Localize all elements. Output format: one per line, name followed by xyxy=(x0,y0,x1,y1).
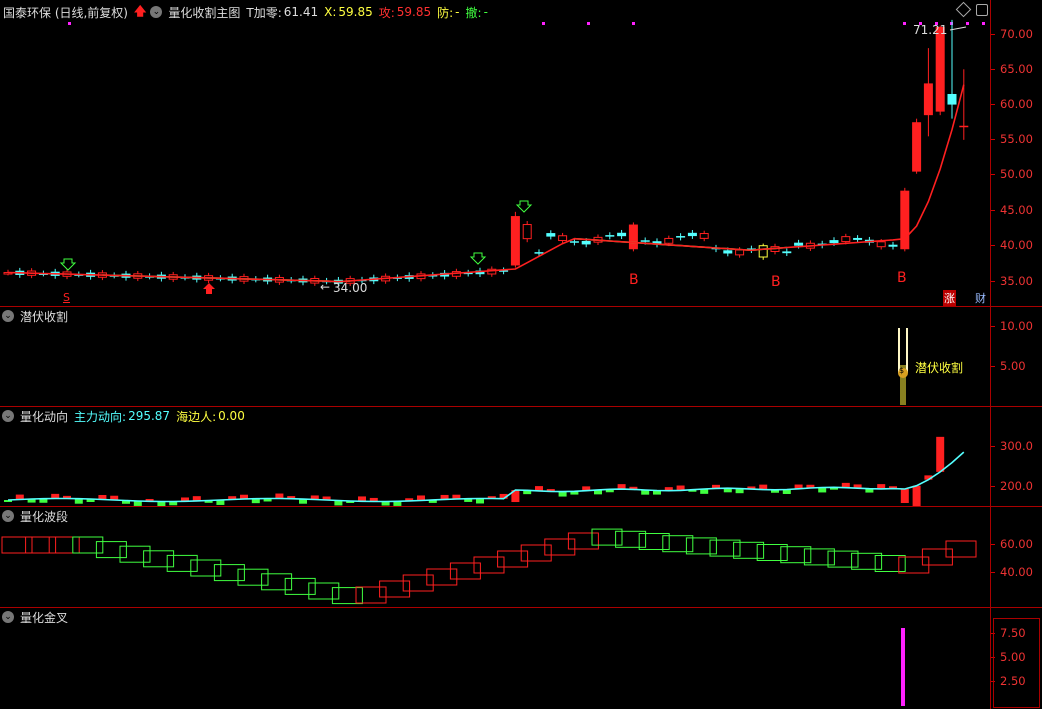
quant-trend-chart xyxy=(4,436,965,506)
wave-box xyxy=(48,536,80,554)
candle-body xyxy=(794,242,804,246)
wave-box xyxy=(95,541,127,559)
wave-box xyxy=(213,564,245,582)
candle-body xyxy=(888,244,898,247)
candle-body xyxy=(605,235,615,237)
latent-harvest-panel[interactable]: ⌄ 潜伏收割 $ 潜伏收割 10.00 5.00 xyxy=(0,307,1042,406)
wave-box xyxy=(72,536,104,554)
wave-box xyxy=(143,550,175,568)
main-chart-panel[interactable]: 国泰环保 (日线,前复权) 🡅 ⌄ 量化收割主图 T加零: 61.41 X: 5… xyxy=(0,0,1042,306)
buy-arrow-icon xyxy=(515,200,533,213)
signal-label: 潜伏收割 xyxy=(915,361,964,375)
candle-body xyxy=(829,240,839,244)
wave-box xyxy=(1,536,33,554)
sell-arrow-icon xyxy=(203,283,215,294)
wave-box xyxy=(308,582,340,600)
candle-body xyxy=(676,236,686,238)
wave-box xyxy=(379,580,411,598)
signal-dot xyxy=(903,22,906,25)
candle-body xyxy=(782,251,792,254)
candlestick-chart[interactable] xyxy=(0,0,990,306)
wave-box xyxy=(166,554,198,572)
candle-body xyxy=(534,252,544,254)
candle-body xyxy=(935,26,945,112)
wave-box xyxy=(237,568,269,586)
wave-box xyxy=(520,544,552,562)
candle-body xyxy=(900,190,910,250)
candle-body xyxy=(853,237,863,240)
wave-box xyxy=(544,538,576,556)
trend-bar xyxy=(900,489,909,503)
signal-dot xyxy=(982,22,985,25)
candle-body xyxy=(617,232,627,237)
candle-body xyxy=(510,216,520,266)
quant-wave-chart xyxy=(1,528,977,605)
signal-dot xyxy=(542,22,545,25)
candle-body xyxy=(959,125,969,128)
wave-box xyxy=(25,536,57,554)
wave-box xyxy=(284,577,316,595)
latent-harvest-chart xyxy=(898,328,908,405)
buy-arrow-icon xyxy=(469,252,487,265)
quant-wave-panel[interactable]: ⌄ 量化波段 60.00 40.00 xyxy=(0,507,1042,607)
golden-cross-panel[interactable]: ⌄ 量化金叉 7.50 5.00 2.50 xyxy=(0,608,1042,709)
buy-arrow-icon xyxy=(59,258,77,271)
price-axis: 70.00 65.00 60.00 55.00 50.00 45.00 40.0… xyxy=(990,0,1042,306)
wave-box xyxy=(190,559,222,577)
wave-box xyxy=(331,587,363,605)
wave-box xyxy=(473,556,505,574)
candle-body xyxy=(758,245,768,258)
candle-body xyxy=(876,241,886,248)
signal-dot xyxy=(966,22,969,25)
candle-body xyxy=(912,122,922,172)
wave-axis: 60.00 40.00 xyxy=(990,507,1042,607)
wave-box xyxy=(426,568,458,586)
candle-body xyxy=(558,235,568,242)
wave-box xyxy=(449,562,481,580)
candle-body xyxy=(947,93,957,105)
wave-box xyxy=(402,574,434,592)
wave-box xyxy=(119,545,151,563)
candle-body xyxy=(640,240,650,242)
quant-trend-panel[interactable]: ⌄ 量化动向 主力动向: 295.87 海边人: 0.00 300.0 200.… xyxy=(0,407,1042,506)
s-marker: S xyxy=(63,291,70,304)
candle-body xyxy=(628,224,638,250)
low-arrow-icon: ← xyxy=(320,280,331,294)
candle-body xyxy=(569,241,579,243)
signal-dot xyxy=(632,22,635,25)
candle-body xyxy=(841,236,851,243)
candle-body xyxy=(923,83,933,116)
candle-body xyxy=(699,233,709,239)
trend-bar xyxy=(936,436,945,472)
low-price-label: 34.00 xyxy=(333,281,368,295)
candle-body xyxy=(664,237,674,244)
axis-box xyxy=(993,618,1040,708)
b-marker: B xyxy=(897,270,907,286)
high-price-label: 71.21 xyxy=(913,23,948,37)
trend-bar xyxy=(912,485,921,506)
wave-box xyxy=(261,573,293,591)
candle-body xyxy=(723,250,733,254)
signal-dot xyxy=(587,22,590,25)
rise-tag: 涨 xyxy=(943,290,956,306)
signal-dot xyxy=(68,22,71,25)
b-marker: B xyxy=(771,274,781,290)
finance-tag: 财 xyxy=(975,292,986,305)
candle-body xyxy=(581,240,591,245)
latent-axis: 10.00 5.00 xyxy=(990,307,1042,406)
candle-body xyxy=(687,232,697,237)
candle-body xyxy=(546,233,556,237)
dollar-icon: $ xyxy=(899,366,905,375)
candle-body xyxy=(522,224,532,240)
axis-divider xyxy=(990,0,991,709)
trend-axis: 300.0 200.0 xyxy=(990,407,1042,506)
wave-box xyxy=(355,586,387,604)
b-marker: B xyxy=(629,272,639,288)
candle-body xyxy=(735,249,745,256)
golden-cross-chart xyxy=(901,628,905,706)
wave-box xyxy=(567,532,599,550)
wave-box xyxy=(497,550,529,568)
